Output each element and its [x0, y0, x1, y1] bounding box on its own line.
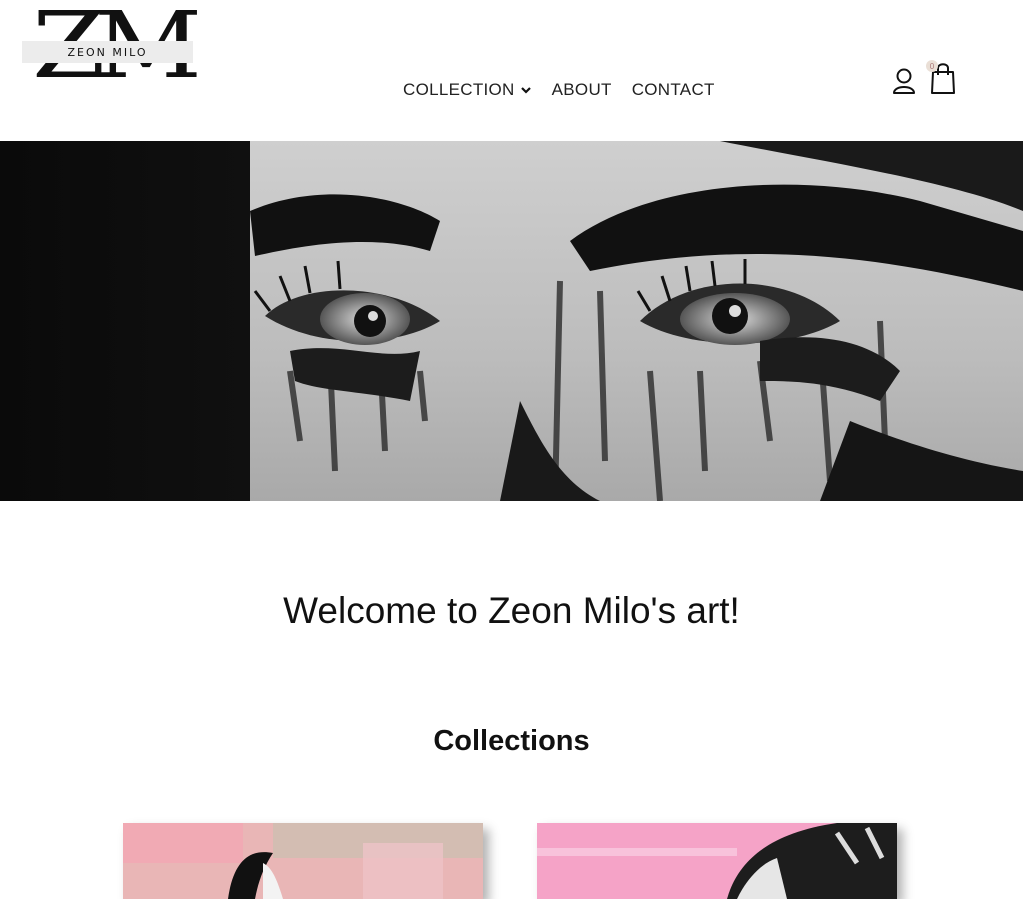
user-icon[interactable]: [890, 66, 918, 96]
collection-image: [537, 823, 897, 899]
cart-count-badge: 0: [926, 60, 938, 72]
collection-card[interactable]: [537, 823, 897, 899]
main-nav: COLLECTION ABOUT CONTACT: [403, 80, 735, 100]
logo-band: ZEON MILO: [22, 41, 193, 63]
collection-card[interactable]: [123, 823, 483, 899]
hero-eyes-artwork: [0, 141, 1023, 501]
logo-name: ZEON MILO: [67, 45, 148, 59]
chevron-down-icon: [520, 87, 531, 94]
collection-image: [123, 823, 483, 899]
site-logo[interactable]: ZM ZEON MILO: [20, 0, 202, 92]
collections-heading: Collections: [433, 725, 590, 757]
nav-item-about[interactable]: ABOUT: [552, 80, 612, 100]
hero-banner: [0, 141, 1023, 501]
site-header: ZM ZEON MILO COLLECTION ABOUT CONTACT 0: [0, 0, 1023, 141]
nav-item-contact[interactable]: CONTACT: [632, 80, 715, 100]
nav-item-label: ABOUT: [551, 80, 612, 99]
cart-button[interactable]: 0: [926, 60, 960, 96]
nav-item-collection[interactable]: COLLECTION: [403, 80, 532, 100]
nav-item-label: CONTACT: [631, 80, 715, 99]
welcome-heading: Welcome to Zeon Milo's art!: [283, 590, 740, 631]
nav-item-label: COLLECTION: [403, 80, 515, 99]
